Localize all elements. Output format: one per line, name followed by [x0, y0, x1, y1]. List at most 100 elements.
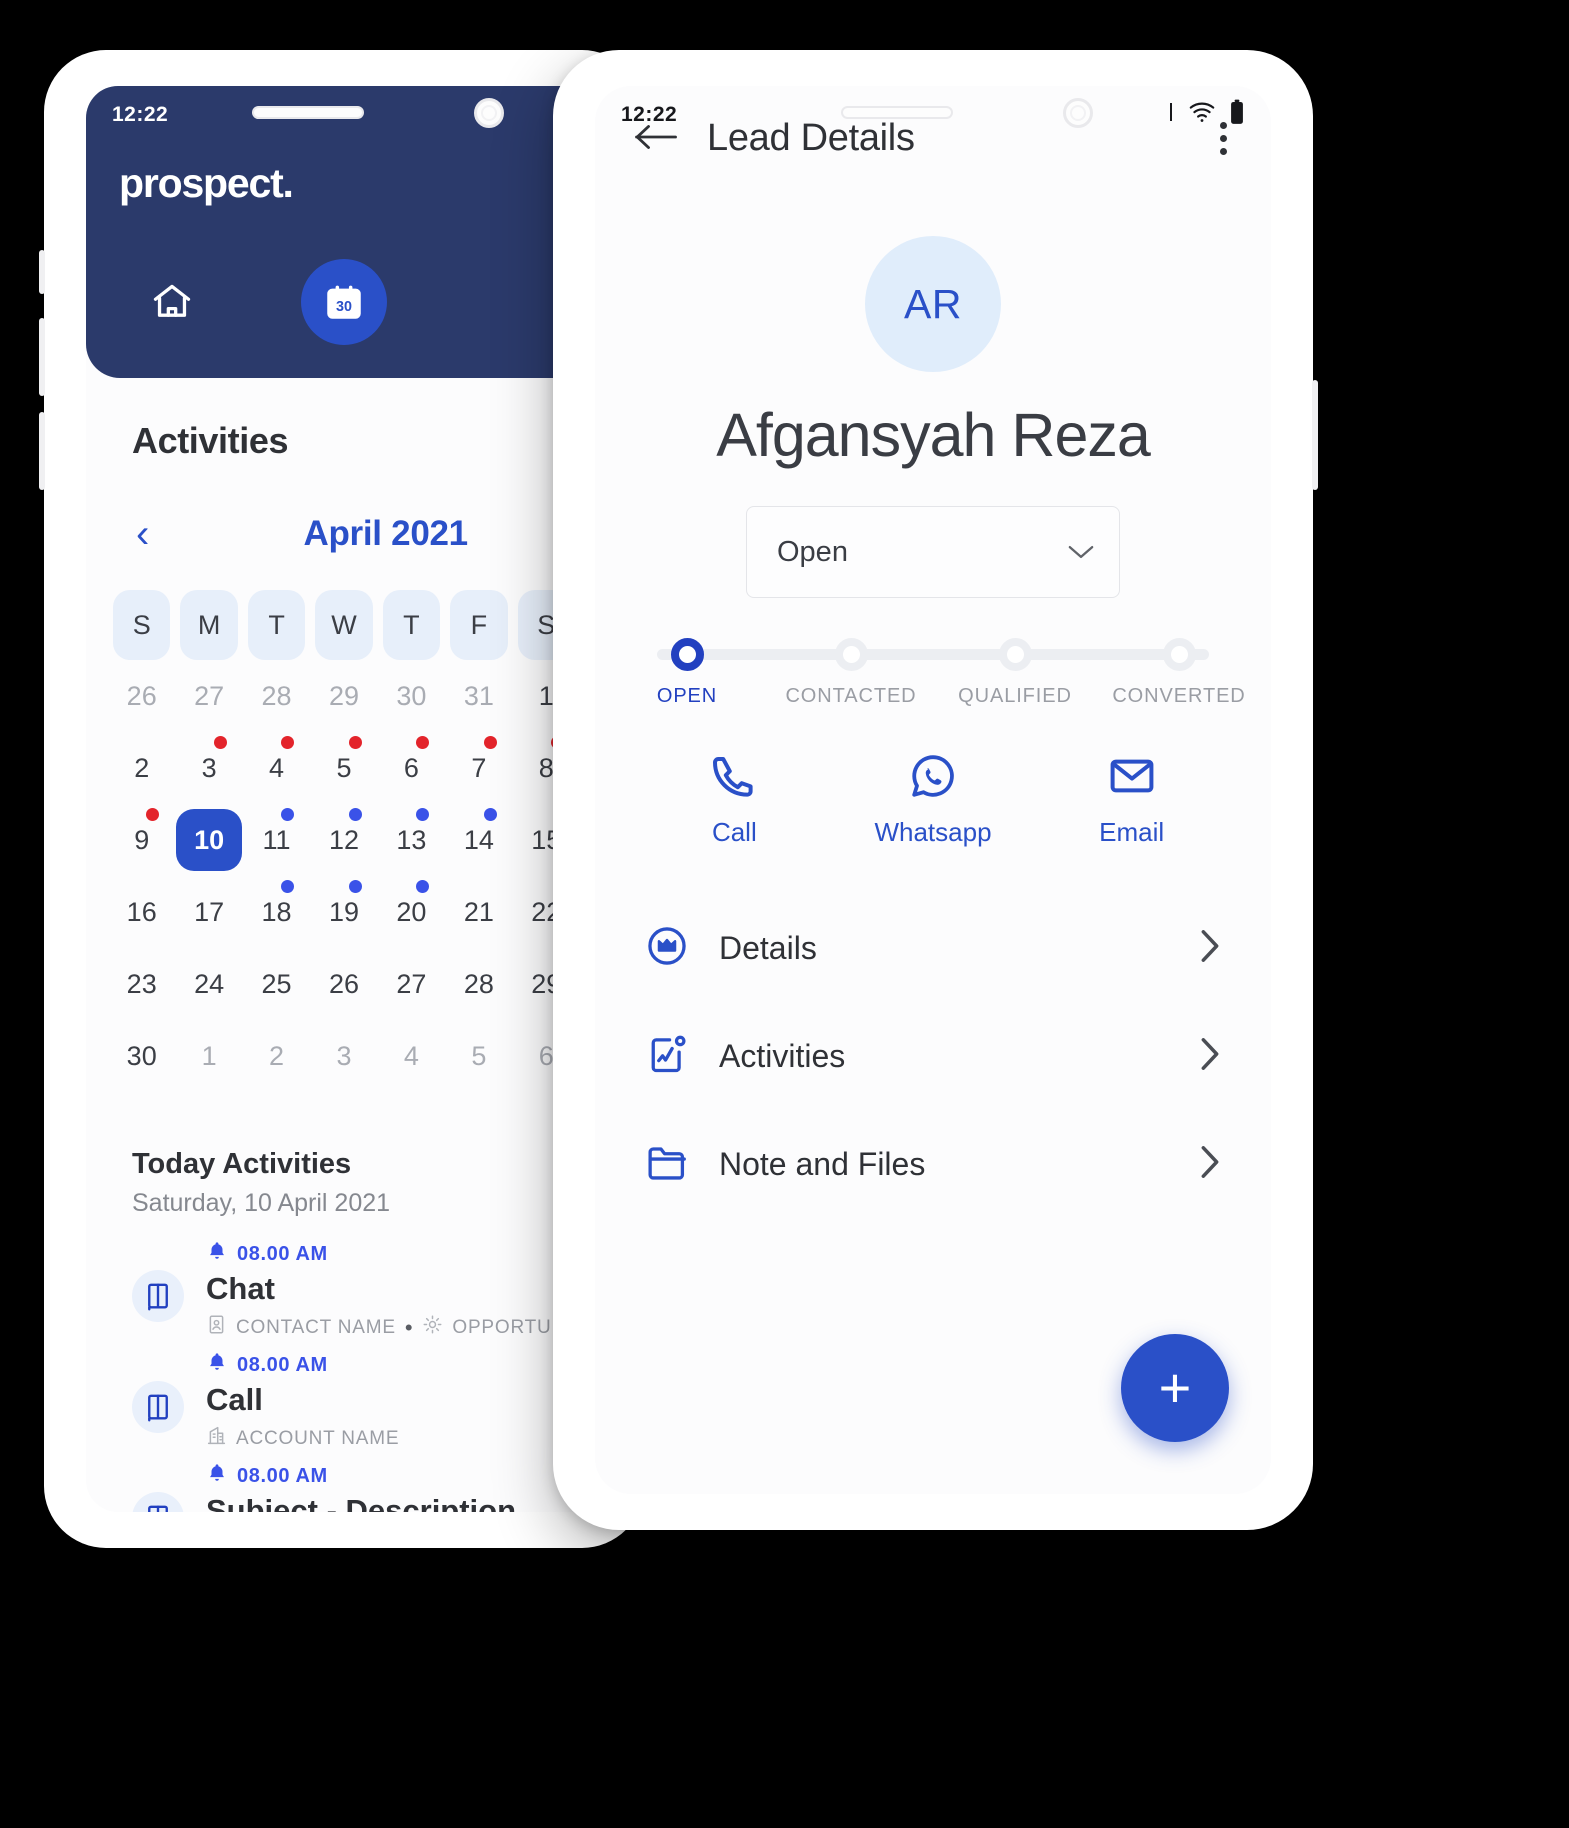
crown-circle-icon [645, 924, 689, 973]
calendar-day-cell[interactable]: 28 [445, 948, 512, 1020]
stepper-step-label: QUALIFIED [958, 685, 1072, 707]
folder-icon [645, 1140, 689, 1189]
calendar-day-number: 1 [201, 1040, 217, 1071]
stepper-steps: OPEN CONTACTED QUALIFIED CONVERTED [605, 638, 1261, 708]
activity-time-text: 08.00 AM [237, 1353, 328, 1376]
calendar-prev-button[interactable]: ‹ [136, 514, 149, 554]
calendar-day-header: S [113, 590, 171, 660]
tab-calendar[interactable]: 30 [258, 254, 430, 350]
left-phone-volume-up-button[interactable] [39, 318, 45, 396]
calendar-day-cell[interactable]: 20 [378, 876, 445, 948]
calendar-day-cell[interactable]: 23 [108, 948, 175, 1020]
calendar-day-cell[interactable]: 28 [243, 660, 310, 732]
calendar-event-dot-blue [483, 808, 497, 821]
calendar-day-cell[interactable]: 4 [243, 732, 310, 804]
action-email-label: Email [1099, 817, 1165, 847]
stepper-step[interactable]: OPEN [605, 638, 769, 708]
calendar-day-number: 2 [269, 1040, 285, 1071]
calendar-day-number: 28 [261, 680, 292, 711]
activity-meta: CONTACT NAME•OPPORTUNITY NAME [206, 1314, 602, 1341]
calendar-day-cell[interactable]: 14 [445, 804, 512, 876]
left-phone-mute-button[interactable] [39, 250, 45, 294]
calendar-day-number: 28 [463, 968, 494, 999]
calendar-day-header: W [315, 590, 373, 660]
menu-item-details-label: Details [719, 929, 817, 966]
stepper-step[interactable]: CONTACTED [769, 638, 933, 708]
building-icon [206, 1425, 227, 1452]
calendar-day-cell[interactable]: 10 [175, 804, 243, 876]
whatsapp-icon [909, 752, 957, 805]
calendar-day-cell[interactable]: 5 [310, 732, 377, 804]
calendar-day-cell[interactable]: 2 [243, 1020, 310, 1092]
action-email[interactable]: Email [1032, 752, 1231, 848]
today-activities-title: Today Activities [132, 1148, 352, 1180]
calendar-day-cell[interactable]: 3 [175, 732, 242, 804]
activity-subject: Subject - Description [206, 1493, 517, 1512]
bell-icon [206, 1240, 228, 1268]
right-phone-power-button[interactable] [1312, 380, 1318, 490]
calendar-day-cell[interactable]: 3 [310, 1020, 377, 1092]
calendar-day-cell[interactable]: 25 [243, 948, 310, 1020]
calendar-day-number: 6 [403, 752, 419, 783]
menu-item-activities[interactable]: Activities [595, 1002, 1271, 1110]
calendar-month-label[interactable]: April 2021 [304, 514, 469, 554]
calendar-day-cell[interactable]: 21 [445, 876, 512, 948]
stepper-knob [670, 638, 704, 671]
bell-icon [206, 1462, 228, 1490]
action-whatsapp[interactable]: Whatsapp [834, 752, 1033, 848]
calendar-day-number: 24 [194, 968, 225, 999]
calendar-day-cell[interactable]: 29 [310, 660, 377, 732]
stepper-step[interactable]: QUALIFIED [933, 638, 1097, 708]
calendar-day-cell[interactable]: 5 [445, 1020, 512, 1092]
menu-item-details[interactable]: Details [595, 894, 1271, 1002]
calendar-day-cell[interactable]: 12 [310, 804, 377, 876]
left-phone-volume-down-button[interactable] [39, 412, 45, 490]
calendar-day-cell[interactable]: 13 [378, 804, 445, 876]
stepper-step[interactable]: CONVERTED [1097, 638, 1261, 708]
activity-list-item[interactable]: 08.00 AMChatCONTACT NAME•OPPORTUNITY NAM… [132, 1240, 602, 1341]
calendar-day-cell[interactable]: 17 [175, 876, 242, 948]
calendar-event-dot-red [348, 736, 362, 749]
calendar-day-number: 3 [201, 752, 217, 783]
calendar-day-number: 19 [328, 896, 359, 927]
tab-home[interactable] [86, 254, 258, 350]
calendar-day-cell[interactable]: 24 [175, 948, 242, 1020]
home-icon [129, 259, 215, 345]
lead-status-value: Open [777, 535, 848, 568]
add-fab-button[interactable]: + [1121, 1334, 1229, 1442]
lead-status-select[interactable]: Open [746, 506, 1120, 598]
calendar-day-cell[interactable]: 19 [310, 876, 377, 948]
calendar-day-cell[interactable]: 2 [108, 732, 175, 804]
calendar-day-cell[interactable]: 16 [108, 876, 175, 948]
signal-icon [1167, 100, 1175, 130]
calendar-day-cell[interactable]: 4 [378, 1020, 445, 1092]
plus-icon: + [1158, 1356, 1192, 1419]
calendar-day-cell[interactable]: 31 [445, 660, 512, 732]
left-phone-front-camera [474, 98, 504, 128]
calendar-day-cell[interactable]: 9 [108, 804, 175, 876]
activity-list-item[interactable]: 08.00 AM Call ACCOUNT NAME [132, 1351, 602, 1452]
calendar-day-cell[interactable]: 6 [378, 732, 445, 804]
activity-subject: Call [206, 1382, 263, 1417]
calendar-grid: S M T W T F S 26 27 28 29 30 31 1 2 3 4 5 6 7 8 9 10 11 12 13 14 15… [86, 554, 602, 1092]
calendar-day-cell[interactable]: 26 [310, 948, 377, 1020]
calendar-day-cell[interactable]: 30 [378, 660, 445, 732]
calendar-day-cell[interactable]: 1 [175, 1020, 242, 1092]
calendar-day-cell[interactable]: 27 [175, 660, 242, 732]
activity-list-item[interactable]: 08.00 AM Subject - Description [132, 1462, 602, 1512]
left-app-header: 12:22 prospect. 30 [86, 86, 602, 378]
calendar-day-cell[interactable]: 7 [445, 732, 512, 804]
activity-time-text: 08.00 AM [237, 1242, 328, 1265]
calendar-day-cell[interactable]: 11 [243, 804, 310, 876]
stepper-knob [998, 638, 1032, 671]
calendar-event-dot-blue [348, 880, 362, 893]
calendar-day-cell[interactable]: 18 [243, 876, 310, 948]
calendar-day-number: 10 [176, 809, 243, 871]
action-call[interactable]: Call [635, 752, 834, 848]
calendar-day-cell[interactable]: 30 [108, 1020, 175, 1092]
activity-meta-separator: • [404, 1314, 414, 1340]
menu-item-note-and-files[interactable]: Note and Files [595, 1110, 1271, 1218]
chevron-right-icon [1197, 926, 1223, 971]
calendar-day-cell[interactable]: 27 [378, 948, 445, 1020]
calendar-day-cell[interactable]: 26 [108, 660, 175, 732]
